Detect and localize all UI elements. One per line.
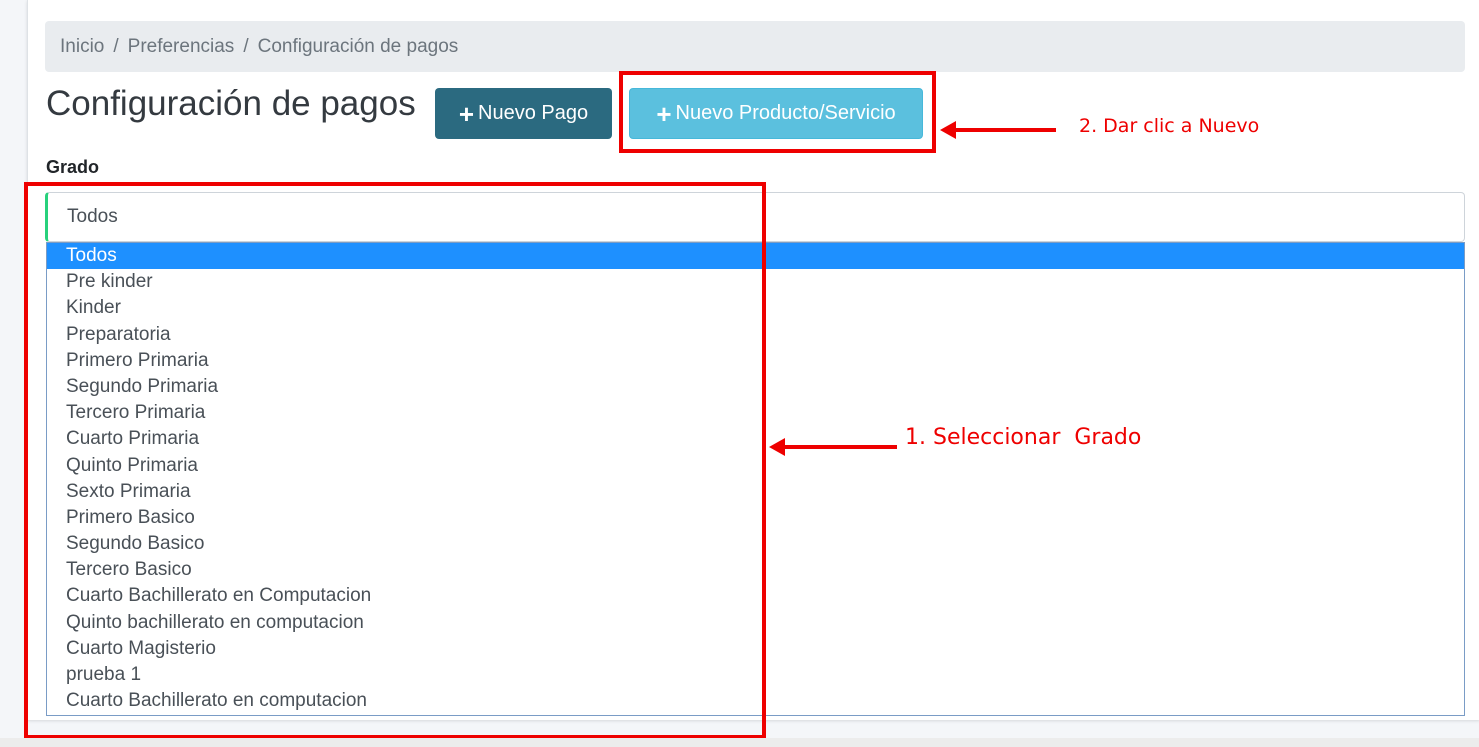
plus-icon: + — [458, 98, 475, 129]
bottom-bar — [0, 738, 1479, 747]
breadcrumb-item-inicio[interactable]: Inicio — [60, 36, 104, 58]
new-payment-button[interactable]: + Nuevo Pago — [435, 88, 612, 139]
highlight-box-grade-list — [24, 182, 766, 739]
annotation-step-2: 2. Dar clic a Nuevo — [1079, 115, 1260, 137]
grade-label: Grado — [46, 157, 100, 177]
breadcrumb-item-current: Configuración de pagos — [257, 35, 459, 57]
breadcrumb-item-preferencias[interactable]: Preferencias — [128, 36, 235, 58]
page-title: Configuración de pagos — [46, 84, 416, 123]
annotation-step-1: 1. Seleccionar Grado — [905, 425, 1142, 450]
breadcrumb-separator: / — [113, 35, 119, 57]
new-payment-label: Nuevo Pago — [478, 102, 589, 124]
breadcrumb-separator: / — [243, 35, 249, 57]
arrow-left-icon — [940, 121, 1056, 139]
breadcrumb: Inicio / Preferencias / Configuración de… — [45, 21, 1465, 72]
arrow-left-icon — [769, 438, 897, 456]
highlight-box-new-button — [619, 71, 936, 153]
